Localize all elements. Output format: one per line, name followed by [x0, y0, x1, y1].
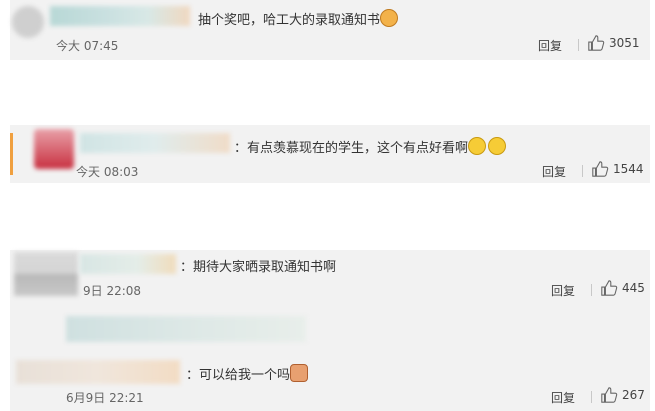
reply-button[interactable]: 回复 [551, 389, 575, 406]
comment-card: ：有点羡慕现在的学生，这个有点好看啊 今天 08:03 回复 1544 [10, 125, 650, 183]
divider [591, 284, 592, 296]
like-button[interactable]: 445 [600, 279, 645, 297]
comment-card: 抽个奖吧，哈工大的录取通知书 今大 07:45 回复 3051 [10, 0, 650, 60]
divider [591, 391, 592, 403]
thumbs-up-icon [601, 387, 618, 403]
avatar [14, 252, 78, 296]
username-redacted [16, 360, 180, 384]
like-button[interactable]: 1544 [591, 160, 644, 178]
thumbs-up-icon [592, 161, 609, 177]
like-count: 445 [622, 281, 645, 295]
quote-bar [10, 133, 13, 175]
comment-timestamp: 今大 07:45 [56, 39, 119, 53]
avatar [12, 6, 44, 38]
thumbs-up-icon [588, 35, 605, 51]
pleading-sticker-emoji [290, 364, 309, 382]
crying-face-emoji [488, 137, 507, 155]
comment-text: ：期待大家晒录取通知书啊 [180, 260, 337, 275]
comment-text: ：可以给我一个吗 [186, 364, 309, 383]
comment-text: ：有点羡慕现在的学生，这个有点好看啊 [234, 137, 507, 156]
reply-button[interactable]: 回复 [542, 163, 566, 180]
reply-button[interactable]: 回复 [551, 282, 575, 299]
like-button[interactable]: 267 [600, 386, 645, 404]
comment-timestamp: 6月9日 22:21 [66, 391, 144, 405]
redacted-content [66, 316, 306, 342]
like-count: 267 [622, 388, 645, 402]
thumbs-up-icon [601, 280, 618, 296]
username-redacted [80, 133, 230, 153]
crying-face-emoji [468, 137, 487, 155]
username-redacted [80, 254, 176, 274]
divider [582, 165, 583, 177]
divider [578, 39, 579, 51]
comment-text: 抽个奖吧，哈工大的录取通知书 [198, 9, 399, 28]
comment-timestamp: 9日 22:08 [83, 284, 142, 298]
reply-button[interactable]: 回复 [538, 37, 562, 54]
cat-face-emoji [380, 9, 399, 27]
avatar [34, 129, 74, 169]
comment-card: ：期待大家晒录取通知书啊 9日 22:08 回复 445 ：可以给我一个吗 6月… [10, 250, 650, 411]
username-redacted [50, 6, 190, 26]
comment-timestamp: 今天 08:03 [76, 165, 139, 179]
like-count: 3051 [609, 36, 640, 50]
like-button[interactable]: 3051 [587, 34, 640, 52]
like-count: 1544 [613, 162, 644, 176]
